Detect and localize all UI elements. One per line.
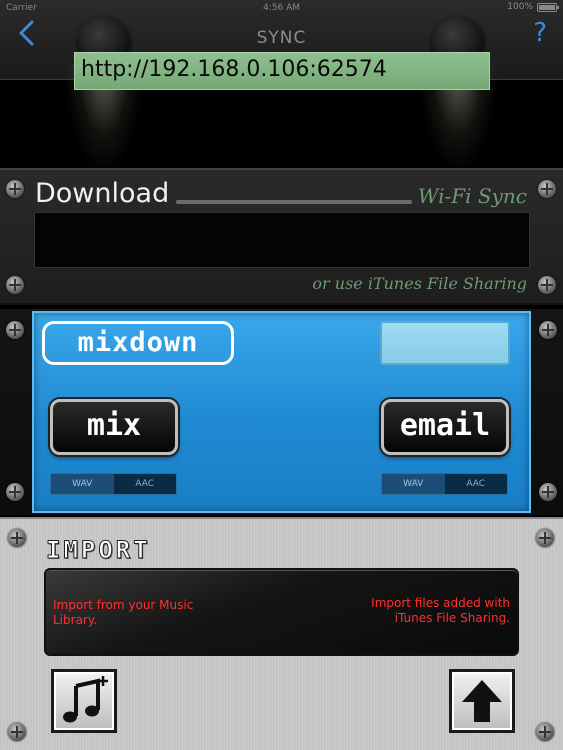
music-note-plus-icon <box>63 676 108 723</box>
import-music-button[interactable] <box>51 669 117 733</box>
email-button[interactable]: email <box>381 399 509 455</box>
mix-button[interactable]: mix <box>50 399 178 455</box>
screw-icon <box>8 723 26 741</box>
screw-icon <box>538 276 556 294</box>
screw-icon <box>6 180 24 198</box>
battery-indicator: 100% <box>507 2 559 12</box>
mixdown-logo: mixdown <box>42 321 234 365</box>
battery-icon <box>537 2 559 12</box>
music-library-text: Import from your Music Library. <box>53 598 194 627</box>
screw-icon <box>6 321 24 339</box>
url-well <box>34 212 530 268</box>
battery-percent: 100% <box>507 2 533 12</box>
import-title: IMPORT <box>46 536 151 565</box>
mix-format-selector: WAV AAC <box>50 473 177 495</box>
screw-icon <box>538 180 556 198</box>
screw-icon <box>6 483 24 501</box>
itunes-sharing-hint: or use iTunes File Sharing <box>312 274 527 293</box>
mix-format-aac[interactable]: AAC <box>114 474 177 494</box>
screw-icon <box>536 529 554 547</box>
divider <box>176 200 412 204</box>
status-bar: Carrier 4:56 AM 100% <box>0 0 563 16</box>
mixdown-display <box>380 321 510 365</box>
screw-icon <box>539 321 557 339</box>
mix-format-wav[interactable]: WAV <box>51 474 114 494</box>
screw-icon <box>8 529 26 547</box>
wifi-sync-label: Wi-Fi Sync <box>417 184 527 208</box>
email-format-aac[interactable]: AAC <box>445 474 508 494</box>
import-itunes-button[interactable] <box>449 669 515 733</box>
download-title: Download <box>35 178 170 209</box>
help-button[interactable]: ? <box>533 18 547 48</box>
clock: 4:56 AM <box>263 3 300 13</box>
email-format-wav[interactable]: WAV <box>382 474 445 494</box>
itunes-import-text: Import files added with iTunes File Shar… <box>371 596 510 625</box>
screw-icon <box>539 483 557 501</box>
screw-icon <box>6 276 24 294</box>
email-format-selector: WAV AAC <box>381 473 508 495</box>
sync-url-field[interactable]: http://192.168.0.106:62574 <box>74 52 490 90</box>
download-panel: Download Wi-Fi Sync or use iTunes File S… <box>0 168 563 305</box>
arrow-up-icon <box>462 680 502 722</box>
screw-icon <box>536 723 554 741</box>
